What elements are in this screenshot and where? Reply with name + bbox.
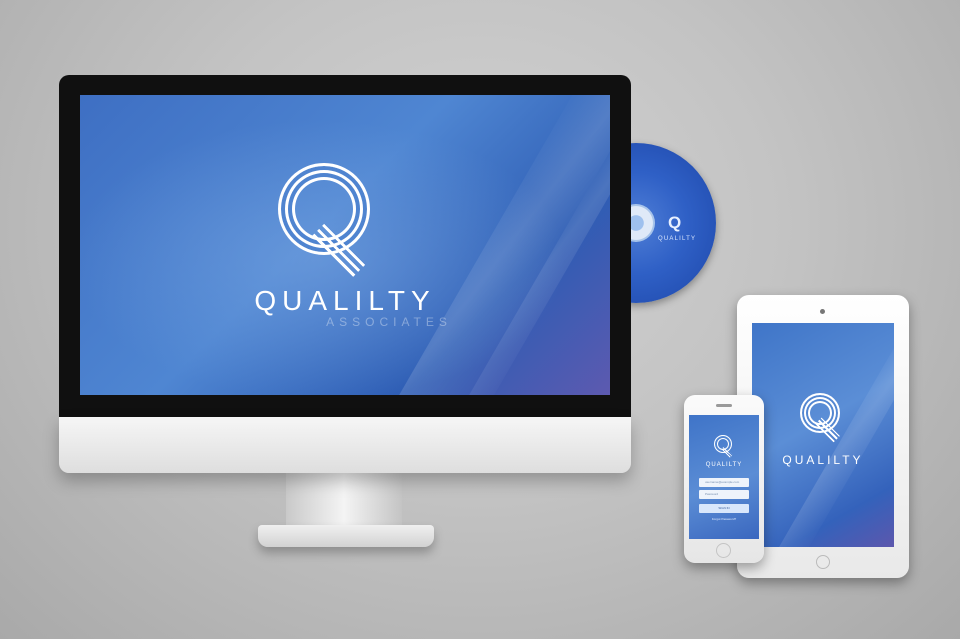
- password-field[interactable]: Password: [699, 490, 749, 499]
- ipad-camera: [820, 309, 825, 314]
- imac-base: [258, 525, 434, 547]
- forgot-password-link[interactable]: Forgot Password?: [699, 517, 749, 521]
- iphone-brand-name: QUALILTY: [705, 462, 743, 468]
- sign-in-button[interactable]: SIGN IN: [699, 504, 749, 513]
- imac-chin: [59, 417, 631, 473]
- iphone-device: QUALILTY username@example.com Password S…: [684, 395, 764, 563]
- ipad-brand-name: QUALILTY: [782, 453, 864, 467]
- q-logo: [800, 393, 846, 443]
- iphone-screen: QUALILTY username@example.com Password S…: [689, 415, 759, 539]
- imac-screen: QUALILTY ASSOCIATES: [80, 95, 610, 395]
- ipad-home-button[interactable]: [816, 555, 830, 569]
- cd-label: QUALILTY: [658, 236, 697, 242]
- imac-stand: [286, 470, 402, 530]
- ipad-screen: QUALILTY: [752, 323, 894, 547]
- cd-logo-letter: Q: [668, 213, 682, 232]
- brand-name: QUALILTY: [254, 285, 436, 316]
- q-logo: [714, 435, 736, 459]
- iphone-speaker: [716, 404, 732, 407]
- brand-tagline: ASSOCIATES: [326, 315, 452, 329]
- username-field[interactable]: username@example.com: [699, 478, 749, 487]
- q-logo: [278, 163, 378, 277]
- iphone-home-button[interactable]: [716, 543, 731, 558]
